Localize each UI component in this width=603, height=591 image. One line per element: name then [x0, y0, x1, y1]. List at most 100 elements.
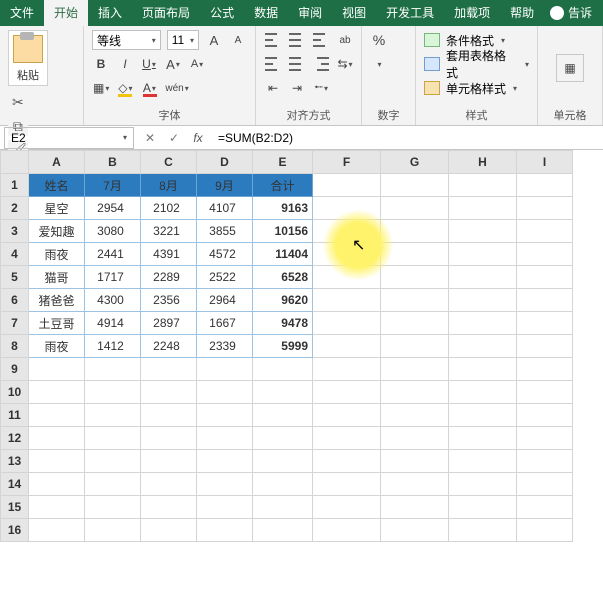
cell-F8[interactable]	[313, 335, 381, 358]
cell-B9[interactable]	[85, 358, 141, 381]
cell-I6[interactable]	[517, 289, 573, 312]
font-size-select[interactable]: 11▾	[167, 30, 199, 50]
tab-data[interactable]: 数据	[244, 0, 288, 26]
format-as-table-button[interactable]: 套用表格格式▾	[424, 54, 529, 74]
underline-button[interactable]: U▾	[140, 54, 158, 74]
name-box[interactable]: E2▾	[4, 127, 134, 149]
col-header-F[interactable]: F	[313, 151, 381, 174]
cell-H4[interactable]	[449, 243, 517, 266]
formula-input[interactable]: =SUM(B2:D2)	[210, 131, 603, 145]
row-header-10[interactable]: 10	[1, 381, 29, 404]
cell-G6[interactable]	[381, 289, 449, 312]
row-header-1[interactable]: 1	[1, 174, 29, 197]
cell-F16[interactable]	[313, 519, 381, 542]
cell-E1[interactable]: 合计	[253, 174, 313, 197]
cell-E14[interactable]	[253, 473, 313, 496]
increase-indent-button[interactable]: ⇥	[288, 78, 306, 98]
align-middle-button[interactable]	[288, 30, 306, 50]
cell-E12[interactable]	[253, 427, 313, 450]
cell-F11[interactable]	[313, 404, 381, 427]
cell-D14[interactable]	[197, 473, 253, 496]
tab-developer[interactable]: 开发工具	[376, 0, 444, 26]
cell-G15[interactable]	[381, 496, 449, 519]
cell-C10[interactable]	[141, 381, 197, 404]
fx-button[interactable]: fx	[186, 131, 210, 145]
grow-font-button[interactable]: A	[205, 30, 223, 50]
cell-F9[interactable]	[313, 358, 381, 381]
cell-H9[interactable]	[449, 358, 517, 381]
cell-I1[interactable]	[517, 174, 573, 197]
cell-A14[interactable]	[29, 473, 85, 496]
cell-E13[interactable]	[253, 450, 313, 473]
paste-button[interactable]: 粘贴	[8, 30, 48, 86]
row-header-7[interactable]: 7	[1, 312, 29, 335]
cell-E3[interactable]: 10156	[253, 220, 313, 243]
cell-F1[interactable]	[313, 174, 381, 197]
cell-C3[interactable]: 3221	[141, 220, 197, 243]
cell-B13[interactable]	[85, 450, 141, 473]
align-center-button[interactable]	[288, 54, 306, 74]
cell-C15[interactable]	[141, 496, 197, 519]
col-header-D[interactable]: D	[197, 151, 253, 174]
cell-D8[interactable]: 2339	[197, 335, 253, 358]
cell-A11[interactable]	[29, 404, 85, 427]
cell-D1[interactable]: 9月	[197, 174, 253, 197]
select-all-corner[interactable]	[1, 151, 29, 174]
orientation-button[interactable]: ⭪▾	[312, 78, 330, 98]
cell-D10[interactable]	[197, 381, 253, 404]
col-header-B[interactable]: B	[85, 151, 141, 174]
cell-G11[interactable]	[381, 404, 449, 427]
row-header-6[interactable]: 6	[1, 289, 29, 312]
row-header-15[interactable]: 15	[1, 496, 29, 519]
cell-styles-button[interactable]: 单元格样式▾	[424, 78, 529, 98]
cell-F7[interactable]	[313, 312, 381, 335]
cell-A9[interactable]	[29, 358, 85, 381]
cell-E16[interactable]	[253, 519, 313, 542]
cell-B11[interactable]	[85, 404, 141, 427]
tab-view[interactable]: 视图	[332, 0, 376, 26]
font-color-a2[interactable]: A▾	[188, 54, 206, 74]
cell-C9[interactable]	[141, 358, 197, 381]
cell-A3[interactable]: 爱知趣	[29, 220, 85, 243]
cell-I11[interactable]	[517, 404, 573, 427]
cut-button[interactable]: ✂	[8, 92, 28, 112]
cell-G13[interactable]	[381, 450, 449, 473]
cell-D12[interactable]	[197, 427, 253, 450]
italic-button[interactable]: I	[116, 54, 134, 74]
cell-B3[interactable]: 3080	[85, 220, 141, 243]
cell-A1[interactable]: 姓名	[29, 174, 85, 197]
cell-C1[interactable]: 8月	[141, 174, 197, 197]
cell-B6[interactable]: 4300	[85, 289, 141, 312]
cell-F6[interactable]	[313, 289, 381, 312]
cell-E4[interactable]: 11404	[253, 243, 313, 266]
cell-E7[interactable]: 9478	[253, 312, 313, 335]
cell-H5[interactable]	[449, 266, 517, 289]
cell-E8[interactable]: 5999	[253, 335, 313, 358]
cell-A12[interactable]	[29, 427, 85, 450]
align-left-button[interactable]	[264, 54, 282, 74]
cell-C11[interactable]	[141, 404, 197, 427]
cell-G7[interactable]	[381, 312, 449, 335]
cell-A13[interactable]	[29, 450, 85, 473]
cell-H13[interactable]	[449, 450, 517, 473]
cell-C16[interactable]	[141, 519, 197, 542]
number-format-button[interactable]: ▾	[370, 54, 388, 74]
col-header-A[interactable]: A	[29, 151, 85, 174]
cancel-formula-button[interactable]: ✕	[138, 131, 162, 145]
cell-F2[interactable]	[313, 197, 381, 220]
tab-review[interactable]: 审阅	[288, 0, 332, 26]
cell-F13[interactable]	[313, 450, 381, 473]
col-header-C[interactable]: C	[141, 151, 197, 174]
align-right-button[interactable]	[312, 54, 330, 74]
fill-color-button[interactable]: ◇▾	[116, 78, 134, 98]
cell-H16[interactable]	[449, 519, 517, 542]
bold-button[interactable]: B	[92, 54, 110, 74]
row-header-13[interactable]: 13	[1, 450, 29, 473]
cell-F15[interactable]	[313, 496, 381, 519]
border-button[interactable]: ▦▾	[92, 78, 110, 98]
cell-A10[interactable]	[29, 381, 85, 404]
row-header-12[interactable]: 12	[1, 427, 29, 450]
cell-I10[interactable]	[517, 381, 573, 404]
cell-I8[interactable]	[517, 335, 573, 358]
cell-D3[interactable]: 3855	[197, 220, 253, 243]
